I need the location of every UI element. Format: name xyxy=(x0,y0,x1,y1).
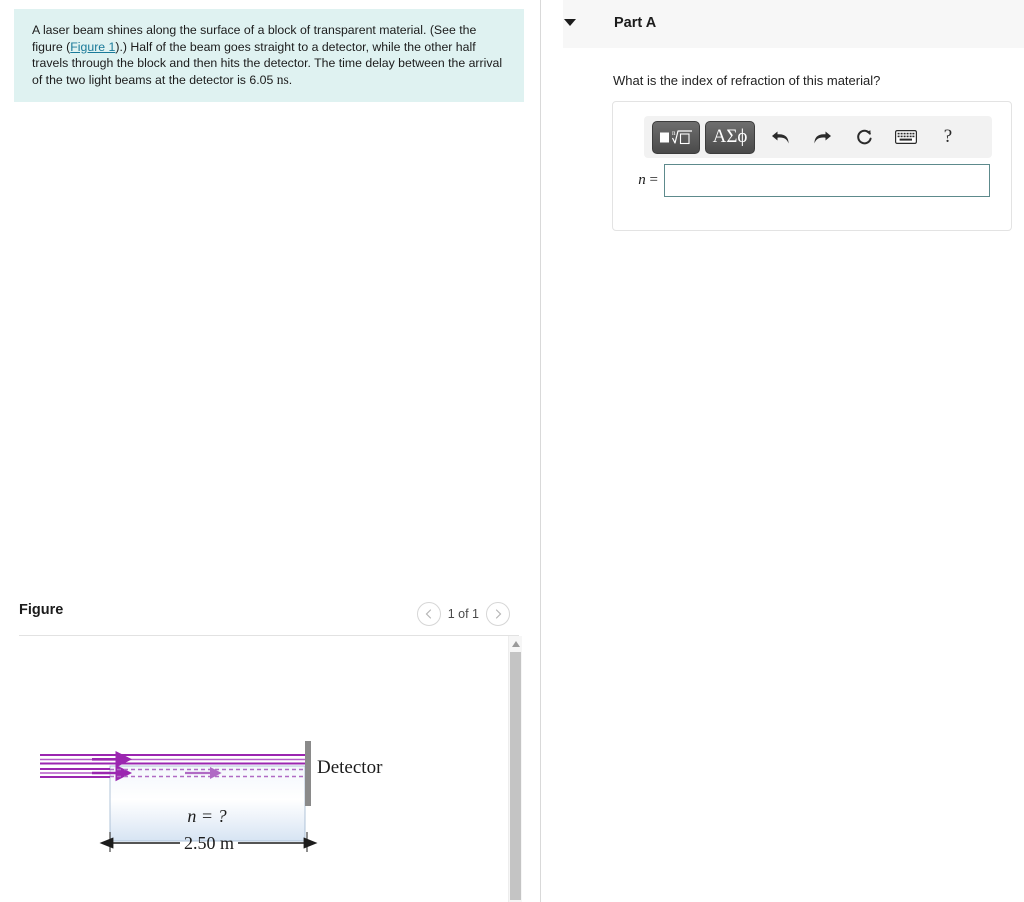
answer-row: n = xyxy=(613,164,1013,197)
page-root: A laser beam shines along the surface of… xyxy=(0,0,1024,902)
answer-input[interactable] xyxy=(664,164,990,197)
problem-units: ns xyxy=(276,71,289,87)
part-a-title: Part A xyxy=(614,15,657,31)
figure-prev-button[interactable] xyxy=(416,602,441,626)
redo-button[interactable] xyxy=(802,121,842,154)
equals-symbol: = xyxy=(649,172,658,188)
figure-next-button[interactable] xyxy=(486,602,510,626)
chevron-right-icon xyxy=(495,609,501,619)
variable-symbol: n xyxy=(638,172,646,188)
detector-bar xyxy=(305,741,311,806)
caret-down-icon[interactable] xyxy=(564,19,576,26)
undo-button[interactable] xyxy=(760,121,800,154)
scroll-up-button[interactable] xyxy=(509,636,522,651)
figure-scrollbar[interactable] xyxy=(508,636,522,902)
answer-variable-label: n = xyxy=(613,172,664,189)
figure-counter: 1 of 1 xyxy=(447,607,479,621)
problem-text-end: . xyxy=(288,72,293,87)
upper-beam xyxy=(40,750,305,768)
figure-1-link[interactable]: Figure 1 xyxy=(70,40,115,54)
math-toolbar: n ΑΣϕ ? xyxy=(644,116,992,158)
lower-beam xyxy=(40,764,133,782)
square-root-template-icon: n xyxy=(660,129,692,145)
greek-button-label: ΑΣϕ xyxy=(712,126,748,147)
keyboard-icon xyxy=(895,130,917,144)
redo-arrow-icon xyxy=(813,131,831,143)
triangle-up-icon xyxy=(511,640,520,647)
answer-panel: n ΑΣϕ ? n = xyxy=(612,101,1012,231)
refresh-circle-icon xyxy=(856,129,872,144)
question-prompt: What is the index of refraction of this … xyxy=(613,73,881,88)
index-of-refraction-label: n = ? xyxy=(187,806,226,826)
help-button[interactable]: ? xyxy=(928,121,968,154)
figure-header: Figure 1 of 1 xyxy=(0,598,522,634)
figure-title: Figure xyxy=(19,602,64,618)
svg-text:n: n xyxy=(672,129,676,137)
detector-label: Detector xyxy=(317,757,383,778)
problem-statement-text: A laser beam shines along the surface of… xyxy=(32,22,506,88)
left-pane: A laser beam shines along the surface of… xyxy=(0,0,540,902)
keyboard-button[interactable] xyxy=(886,121,926,154)
undo-arrow-icon xyxy=(771,131,789,143)
question-mark-icon: ? xyxy=(943,126,953,147)
chevron-left-icon xyxy=(425,609,432,619)
figure-navigation: 1 of 1 xyxy=(416,602,510,626)
math-template-button[interactable]: n xyxy=(652,120,700,154)
scrollbar-thumb[interactable] xyxy=(510,652,521,900)
reset-button[interactable] xyxy=(844,121,884,154)
dimension-label: 2.50 m xyxy=(184,833,234,853)
figure-diagram: Detector n = ? 2.50 m xyxy=(40,741,383,853)
right-pane: Part A What is the index of refraction o… xyxy=(541,0,1024,902)
greek-letters-button[interactable]: ΑΣϕ xyxy=(705,120,755,154)
problem-statement-box: A laser beam shines along the surface of… xyxy=(14,9,524,103)
